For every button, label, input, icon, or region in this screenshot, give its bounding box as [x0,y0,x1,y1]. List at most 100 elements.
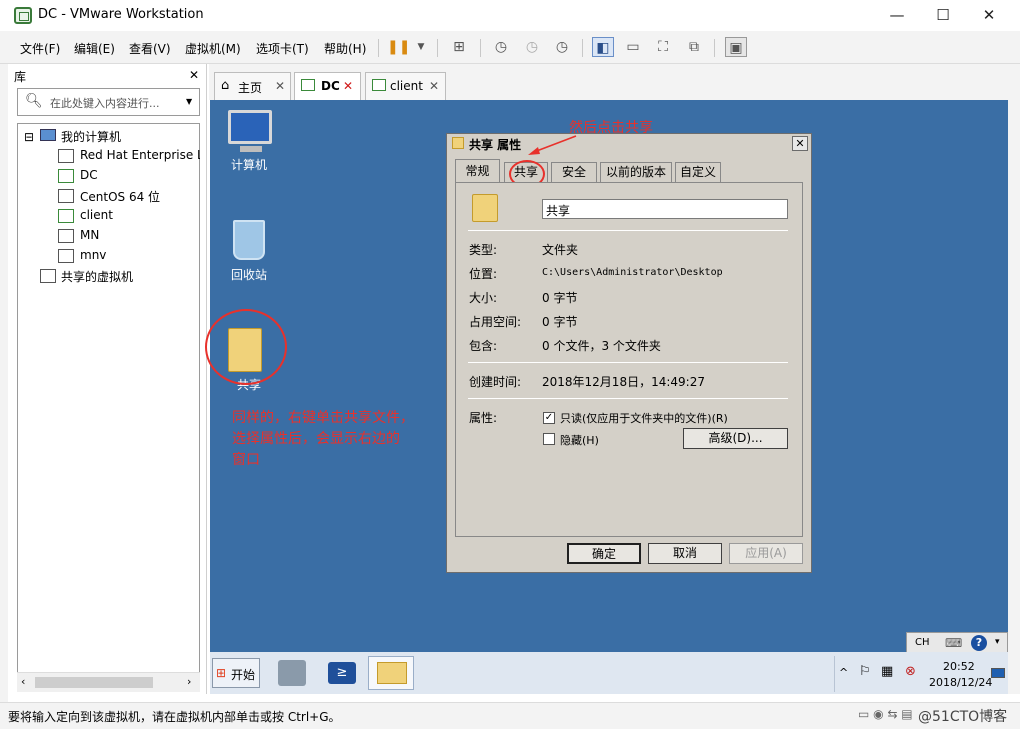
unity-icon[interactable]: ⧉ [683,37,705,57]
size-on-disk-value: 0 字节 [542,315,578,329]
tree-shared-vms[interactable]: 共享的虚拟机 [61,268,133,285]
menu-edit[interactable]: 编辑(E) [74,40,115,57]
tab-close-icon[interactable]: ✕ [275,79,285,93]
keyboard-icon[interactable]: ⌨ [945,636,962,650]
scroll-right-icon[interactable]: › [187,675,191,688]
status-bar: 要将输入定向到该虚拟机，请在虚拟机内部单击或按 Ctrl+G。 ▭ ◉ ⇆ ▤ … [0,702,1020,729]
scroll-left-icon[interactable]: ‹ [21,675,25,688]
menu-view[interactable]: 查看(V) [129,40,171,57]
tab-close-icon[interactable]: ✕ [343,79,353,93]
chevron-down-icon[interactable]: ▾ [995,637,1000,647]
pause-icon[interactable]: ❚❚ [387,37,410,57]
divider [468,398,788,399]
divider [468,230,788,231]
tree-vm-centos[interactable]: CentOS 64 位 [80,188,160,205]
chevron-down-icon[interactable]: ▼ [410,37,432,57]
start-button[interactable]: ⊞ 开始 [212,658,260,688]
system-tray: ^ ⚐ ▦ ⊗ 20:52 2018/12/24 [834,656,1008,692]
dialog-tab-customize[interactable]: 自定义 [675,162,721,183]
flag-icon[interactable]: ⚐ [859,664,871,679]
library-search-input[interactable]: 🔍︎ 在此处键入内容进行... ▼ [17,88,200,116]
device-icons[interactable]: ▭ ◉ ⇆ ▤ [858,707,913,721]
toolbar-separator [437,39,438,57]
annotation-top: 然后点击共享 [569,120,653,136]
thumbnail-view-icon[interactable]: ▭ [622,37,644,57]
menu-file[interactable]: 文件(F) [20,40,60,57]
tree-vm-redhat[interactable]: Red Hat Enterprise L [80,148,200,162]
tab-dc[interactable]: DC ✕ [294,72,361,100]
server-manager-icon[interactable] [278,660,306,686]
help-icon[interactable]: ? [971,635,987,651]
folder-icon [452,137,464,149]
toolbar-separator [714,39,715,57]
hidden-checkbox[interactable] [543,433,555,445]
fullscreen-icon[interactable]: ⛶ [652,37,674,57]
dialog-tab-security[interactable]: 安全 [551,162,597,183]
search-dropdown-icon[interactable]: ▼ [186,97,192,106]
apply-button[interactable]: 应用(A) [729,543,803,564]
cancel-button[interactable]: 取消 [648,543,722,564]
tray-time[interactable]: 20:52 [943,660,975,673]
search-placeholder: 在此处键入内容进行... [50,97,160,110]
minimize-button[interactable]: — [874,0,920,31]
menu-help[interactable]: 帮助(H) [324,40,366,57]
annotation-line-1: 同样的，右键单击共享文件， [232,410,414,426]
computer-stand [240,146,262,152]
created-label: 创建时间: [469,375,522,389]
tab-client-label: client [390,79,423,93]
recycle-bin-icon[interactable] [233,220,265,260]
snapshot-manager-icon[interactable]: ◷ [551,37,573,57]
tree-vm-mnv[interactable]: mnv [80,248,106,262]
explorer-taskbar-button[interactable] [368,656,414,690]
tray-date[interactable]: 2018/12/24 [929,676,992,689]
revert-snapshot-icon[interactable]: ◷ [521,37,543,57]
vm-running-icon [372,79,386,91]
start-label: 开始 [231,668,256,682]
menu-tabs[interactable]: 选项卡(T) [256,40,309,57]
menu-vm[interactable]: 虚拟机(M) [185,40,241,57]
divider [468,362,788,363]
console-view-icon[interactable]: ▣ [725,37,747,57]
library-view-icon[interactable]: ◧ [592,37,614,57]
tray-expand-icon[interactable]: ^ [839,666,848,679]
size-label: 大小: [469,291,498,305]
powershell-icon[interactable]: ≥ [328,662,356,684]
show-desktop-icon[interactable] [991,668,1005,678]
vm-running-icon [301,79,315,91]
network-icon[interactable]: ▦ [881,664,893,679]
tab-client[interactable]: client ✕ [365,72,446,100]
annotation-arrow [528,135,577,155]
toolbar-separator [378,39,379,57]
language-indicator[interactable]: CH [915,637,930,648]
tree-my-computer[interactable]: 我的计算机 [61,128,121,145]
send-keys-icon[interactable]: ⊞ [448,37,470,57]
dialog-close-button[interactable]: ✕ [792,136,808,151]
window-title-bar: DC - VMware Workstation — ☐ ✕ [0,0,1020,31]
ok-button[interactable]: 确定 [567,543,641,564]
volume-muted-icon[interactable]: ⊗ [905,664,916,679]
tree-collapse-icon[interactable]: ⊟ [24,130,34,144]
folder-name-input[interactable]: 共享 [542,199,788,219]
readonly-checkbox[interactable]: ✓ [543,412,555,424]
desktop-label-recycle-bin[interactable]: 回收站 [209,266,289,283]
scroll-thumb[interactable] [35,677,153,688]
tab-dc-label: DC [321,79,340,93]
tree-vm-dc[interactable]: DC [80,168,98,182]
maximize-button[interactable]: ☐ [920,0,966,31]
library-close-icon[interactable]: ✕ [189,68,199,82]
close-button[interactable]: ✕ [966,0,1012,31]
vm-icon [58,149,74,163]
tree-vm-mn[interactable]: MN [80,228,99,242]
advanced-button[interactable]: 高级(D)... [683,428,788,449]
dialog-tab-previous-versions[interactable]: 以前的版本 [600,162,672,183]
computer-icon[interactable] [228,110,272,144]
tree-vm-client[interactable]: client [80,208,113,222]
desktop-label-computer[interactable]: 计算机 [209,156,289,173]
tab-close-icon[interactable]: ✕ [429,79,439,93]
location-value: C:\Users\Administrator\Desktop [542,267,723,278]
dialog-tab-general[interactable]: 常规 [455,159,500,183]
tree-horizontal-scrollbar[interactable]: ‹ › [17,672,200,692]
tab-home[interactable]: ⌂ 主页 ✕ [214,72,291,100]
annotation-line-2: 选择属性后，会显示右边的 [232,431,400,447]
snapshot-icon[interactable]: ◷ [490,37,512,57]
